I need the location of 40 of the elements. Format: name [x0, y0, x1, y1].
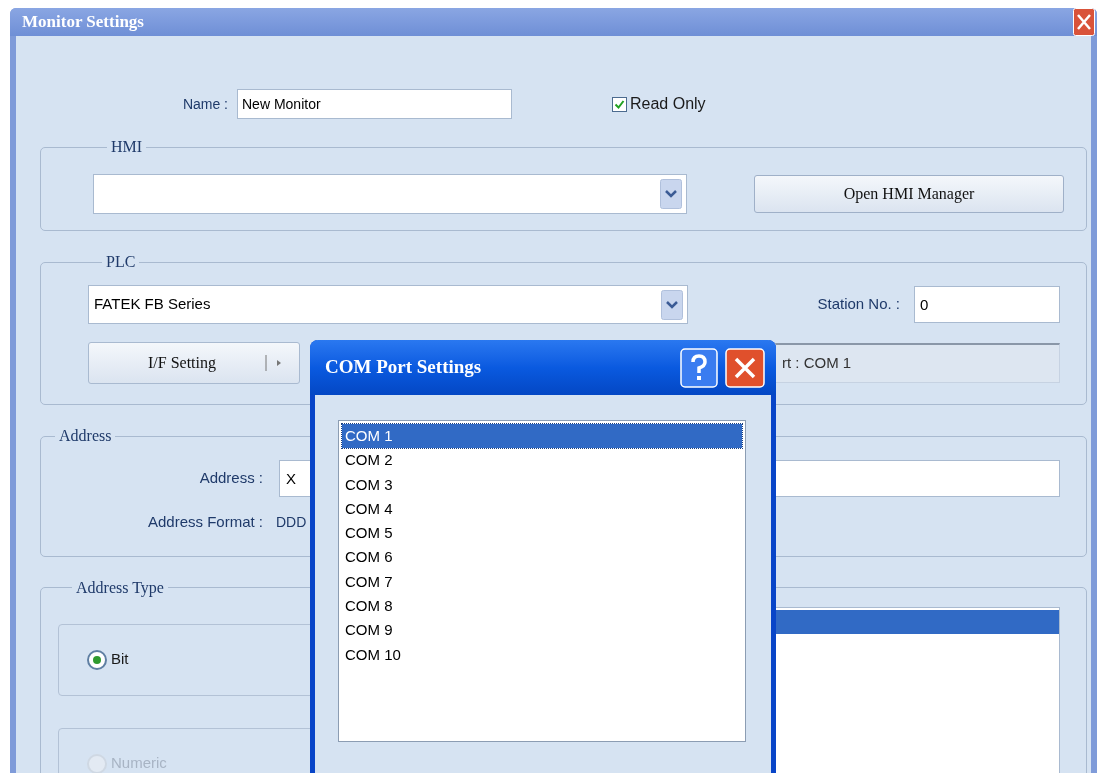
plc-legend: PLC — [102, 253, 140, 271]
close-icon[interactable] — [1073, 8, 1095, 36]
read-only-label: Read Only — [630, 94, 706, 114]
hmi-legend: HMI — [107, 138, 147, 156]
com-port-item[interactable]: COM 7 — [342, 569, 742, 595]
address-label: Address : — [198, 468, 263, 489]
com-port-item[interactable]: COM 9 — [342, 618, 742, 643]
plc-device-value: FATEK FB Series — [94, 294, 211, 315]
com-port-item[interactable]: COM 1 — [342, 424, 742, 449]
list-row[interactable] — [776, 609, 1059, 634]
station-no-label: Station No. : — [817, 294, 900, 315]
name-label: Name : — [181, 94, 228, 114]
type-list[interactable] — [775, 606, 1060, 773]
com-port-item[interactable]: COM 3 — [342, 472, 742, 497]
radio-label: Bit — [111, 649, 129, 670]
chevron-down-icon[interactable] — [661, 289, 683, 320]
window-title: Monitor Settings — [22, 11, 144, 34]
port-status-field: rt : COM 1 — [775, 343, 1060, 383]
address-format-value: DDD — [276, 512, 307, 532]
com-port-item[interactable]: COM 6 — [342, 545, 742, 570]
com-port-item[interactable]: COM 5 — [342, 521, 742, 546]
com-port-item[interactable]: COM 10 — [342, 642, 742, 667]
read-only-checkbox[interactable] — [612, 96, 627, 112]
com-port-item[interactable]: COM 2 — [342, 448, 742, 473]
plc-dropdown[interactable]: FATEK FB Series — [88, 285, 688, 324]
dialog-title: COM Port Settings — [325, 355, 482, 380]
address-legend: Address — [55, 427, 116, 445]
station-no-field[interactable]: 0 — [914, 286, 1060, 323]
address-format-label: Address Format : — [146, 512, 263, 532]
if-setting-button[interactable]: I/F Setting — [88, 342, 300, 384]
open-hmi-manager-button[interactable]: Open HMI Manager — [754, 175, 1064, 213]
address-type-legend: Address Type — [72, 578, 168, 597]
radio-button[interactable] — [87, 649, 107, 670]
help-icon[interactable] — [680, 347, 718, 388]
chevron-down-icon[interactable] — [660, 179, 682, 209]
com-port-item[interactable]: COM 8 — [342, 594, 742, 619]
name-field[interactable]: New Monitor — [237, 89, 512, 119]
com-port-item[interactable]: COM 4 — [342, 496, 742, 522]
com-port-list[interactable]: COM 1 COM 2 COM 3 COM 4 COM 5 COM 6 COM 7 COM 8 COM 9 COM 10 — [338, 420, 746, 742]
close-icon[interactable] — [725, 347, 765, 388]
